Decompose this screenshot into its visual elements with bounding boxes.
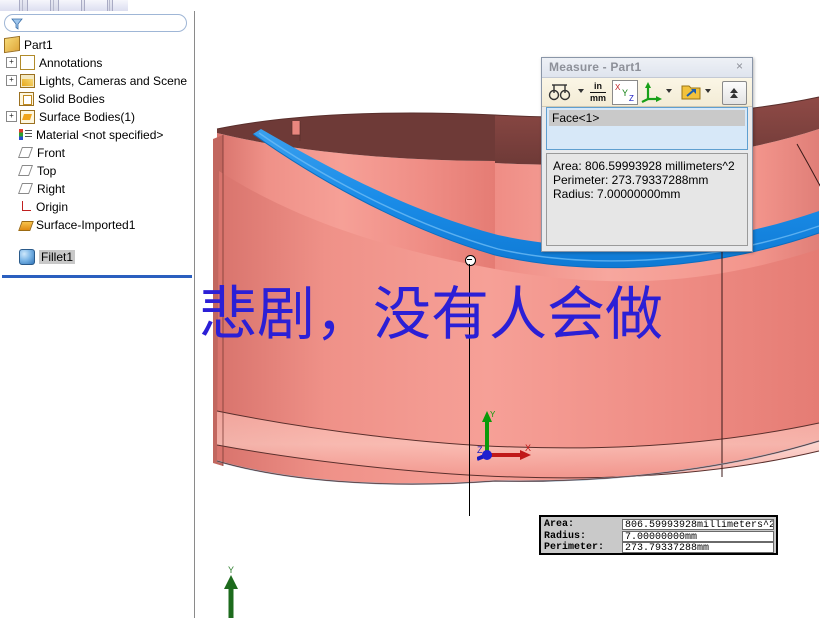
- view-origin-triad: Y: [224, 565, 238, 618]
- result-perimeter: Perimeter: 273.79337288mm: [553, 173, 709, 187]
- measure-dropdown-caret[interactable]: [578, 89, 584, 93]
- part-icon: [4, 36, 20, 54]
- close-icon[interactable]: ×: [733, 60, 746, 73]
- filter-icon: [11, 18, 23, 30]
- callout-key: Radius:: [544, 531, 587, 542]
- measure-dialog-toolbar: in mm X Y Z: [542, 78, 752, 107]
- tree-node-annotations[interactable]: + Annotations: [0, 53, 194, 71]
- svg-text:X: X: [615, 83, 621, 92]
- callout-value: 806.59993928millimeters^2: [622, 519, 774, 530]
- tree-item-list: + Annotations + Lights, Cameras and Scene So…: [0, 53, 194, 265]
- feature-manager-panel: Part1 + Annotations + Lights, Cameras and S…: [0, 11, 195, 618]
- annotations-icon: [20, 55, 35, 71]
- callout-value: 7.00000000mm: [622, 531, 774, 542]
- axes-dropdown-caret[interactable]: [666, 89, 672, 93]
- callout-key: Area:: [544, 519, 575, 530]
- tree-node-material-not-specified[interactable]: Material <not specified>: [0, 125, 194, 143]
- surface-bodies-icon: [20, 109, 35, 124]
- measure-dialog[interactable]: Measure - Part1 × in mm X Y Z Face<1> Ar…: [541, 57, 753, 252]
- collapse-chevron-icon[interactable]: [722, 81, 747, 105]
- model-coordinate-triad: Y X Z: [477, 410, 531, 461]
- material-icon: [19, 128, 32, 141]
- feature-tree: Part1 + Annotations + Lights, Cameras and S…: [0, 35, 194, 265]
- expand-toggle-icon[interactable]: +: [6, 111, 17, 123]
- tree-node-surface-imported1[interactable]: Surface-Imported1: [0, 215, 194, 233]
- plane-icon: [19, 183, 33, 195]
- solid-bodies-icon: [19, 91, 34, 106]
- svg-text:X: X: [525, 443, 531, 453]
- lights-cameras-icon: [20, 73, 35, 88]
- measure-dialog-title: Measure - Part1: [549, 60, 642, 74]
- tree-node-label: Top: [37, 163, 57, 178]
- tree-node-lights-cameras-and-scene[interactable]: + Lights, Cameras and Scene: [0, 71, 194, 89]
- svg-text:Z: Z: [629, 94, 634, 103]
- measure-results-box: Area: 806.59993928 millimeters^2 Perimet…: [546, 153, 748, 246]
- measure-callout-table[interactable]: Area: 806.59993928millimeters^2 Radius: …: [539, 515, 778, 555]
- tree-node-label: Front: [37, 145, 66, 160]
- plane-icon: [19, 147, 33, 159]
- tree-node-fillet1[interactable]: Fillet1: [0, 247, 194, 265]
- selection-item[interactable]: Face<1>: [549, 110, 745, 126]
- tree-node-label: Part1: [24, 37, 53, 52]
- tree-node-front[interactable]: Front: [0, 143, 194, 161]
- tree-node-label: Solid Bodies: [38, 91, 105, 106]
- tree-node-label: Fillet1: [39, 249, 76, 264]
- measure-point-marker: [465, 255, 476, 266]
- expand-toggle-icon[interactable]: +: [6, 57, 17, 69]
- tree-node-solid-bodies[interactable]: Solid Bodies: [0, 89, 194, 107]
- tree-node-right[interactable]: Right: [0, 179, 194, 197]
- origin-icon: [19, 200, 32, 213]
- callout-key: Perimeter:: [544, 542, 605, 553]
- tree-node-label: Right: [37, 181, 66, 196]
- tree-node-label: Origin: [36, 199, 69, 214]
- xyz-projection-button[interactable]: X Y Z: [612, 80, 638, 105]
- coordinate-axes-icon[interactable]: [641, 81, 663, 103]
- feature-filter-input[interactable]: [4, 14, 187, 32]
- surface-imported-icon: [19, 219, 32, 231]
- tree-node-origin[interactable]: Origin: [0, 197, 194, 215]
- result-area: Area: 806.59993928 millimeters^2: [553, 159, 735, 173]
- svg-text:Y: Y: [228, 565, 234, 575]
- tree-node-part1[interactable]: Part1: [0, 35, 194, 54]
- measure-selection-box[interactable]: Face<1>: [546, 107, 748, 150]
- tree-node-label: Material <not specified>: [36, 127, 164, 142]
- units-denominator: mm: [590, 93, 607, 103]
- tree-node-label: Surface Bodies(1): [39, 109, 136, 124]
- svg-text:Y: Y: [622, 88, 628, 98]
- measure-icon[interactable]: [548, 81, 574, 103]
- units-numerator: in: [594, 81, 602, 91]
- projection-dropdown-caret[interactable]: [705, 89, 711, 93]
- svg-text:Z: Z: [477, 445, 483, 455]
- fillet-icon: [19, 248, 35, 265]
- units-toggle[interactable]: in mm: [590, 82, 606, 103]
- callout-value: 273.79337288mm: [622, 542, 774, 553]
- tree-node-label: Lights, Cameras and Scene: [39, 73, 188, 88]
- measure-dialog-titlebar[interactable]: Measure - Part1 ×: [542, 58, 752, 78]
- tree-node-top[interactable]: Top: [0, 161, 194, 179]
- tree-node-label: Annotations: [39, 55, 103, 70]
- plane-icon: [19, 165, 33, 177]
- solidworks-window: Part1 + Annotations + Lights, Cameras and S…: [0, 0, 820, 618]
- tree-node-label: Surface-Imported1: [36, 217, 136, 232]
- result-radius: Radius: 7.00000000mm: [553, 187, 681, 201]
- overlay-annotation-text: 悲剧，没有人会做: [199, 280, 664, 348]
- tree-node-surface-bodies-1[interactable]: + Surface Bodies(1): [0, 107, 194, 125]
- svg-text:Y: Y: [490, 410, 496, 419]
- projected-on-icon[interactable]: [680, 81, 702, 103]
- rollback-bar[interactable]: [2, 275, 192, 278]
- graphics-area[interactable]: Y X Z Y 悲剧，没有人会做 Area: 806.59993928milli…: [195, 11, 820, 618]
- expand-toggle-icon[interactable]: +: [6, 75, 17, 87]
